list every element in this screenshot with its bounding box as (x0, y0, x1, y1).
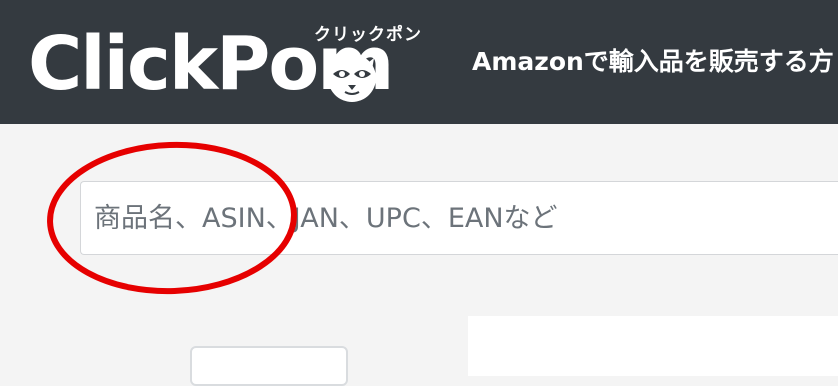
content-panel (468, 316, 838, 376)
product-search-input[interactable] (80, 181, 838, 255)
site-header: ClickPom クリックポン Amazonで輸入品を販売する方 (0, 0, 838, 124)
header-tagline: Amazonで輸入品を販売する方 (472, 47, 834, 76)
side-button[interactable] (190, 346, 348, 386)
raccoon-face-icon (328, 54, 376, 102)
logo-kana: クリックポン (314, 25, 422, 45)
